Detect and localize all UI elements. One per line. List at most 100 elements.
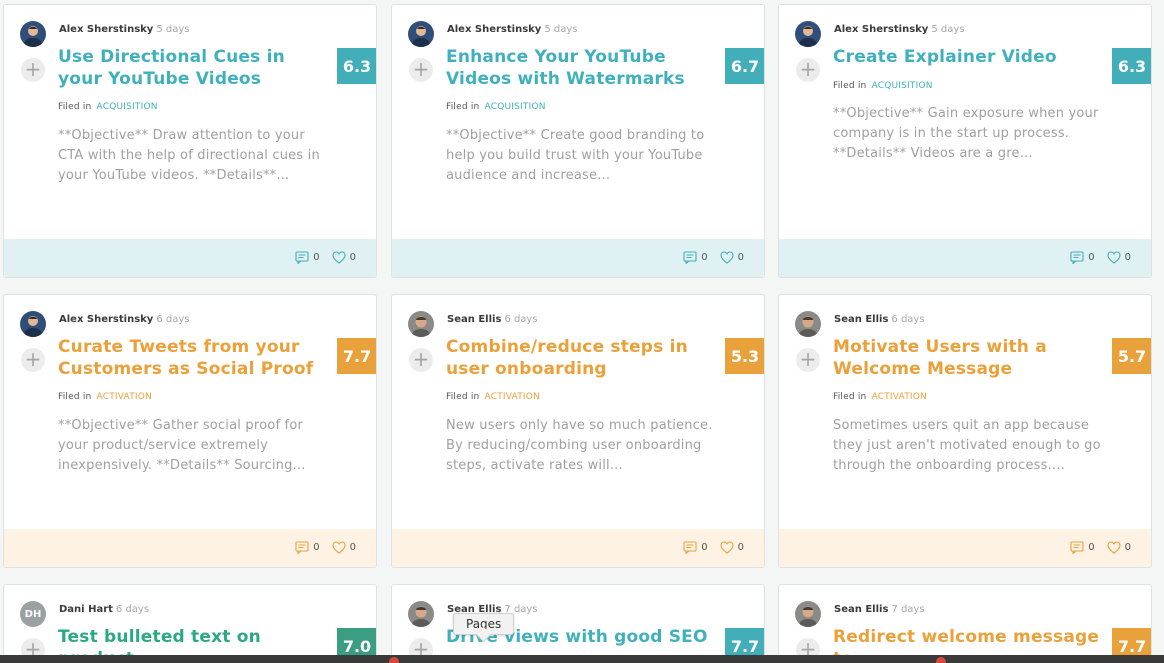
idea-title[interactable]: Use Directional Cues in your YouTube Vid…	[58, 46, 328, 90]
filed-label: Filed in	[446, 392, 480, 402]
add-icon[interactable]: +	[796, 348, 820, 372]
author-avatar[interactable]	[795, 311, 821, 337]
author-avatar[interactable]	[408, 21, 434, 47]
filed-in: Filed in ACQUISITION	[446, 102, 546, 112]
card-meta: Sean Ellis 6 days	[834, 314, 925, 325]
comments-value: 0	[1088, 542, 1095, 553]
category-link[interactable]: ACQUISITION	[485, 102, 546, 112]
idea-card[interactable]: Alex Sherstinsky 6 days + Curate Tweets f…	[3, 294, 377, 568]
add-icon[interactable]: +	[409, 348, 433, 372]
likes-count[interactable]: 0	[720, 251, 744, 264]
ice-score-badge: 7.7	[337, 338, 376, 374]
author-name[interactable]: Alex Sherstinsky	[447, 24, 541, 35]
author-avatar[interactable]	[795, 21, 821, 47]
heart-icon	[1107, 541, 1121, 554]
idea-title[interactable]: Curate Tweets from your Customers as Soc…	[58, 336, 328, 380]
author-name[interactable]: Alex Sherstinsky	[59, 24, 153, 35]
time-ago: 7 days	[891, 604, 925, 615]
filed-in: Filed in ACQUISITION	[58, 102, 158, 112]
idea-title[interactable]: Create Explainer Video	[833, 46, 1103, 68]
author-name[interactable]: Alex Sherstinsky	[834, 24, 928, 35]
comments-value: 0	[1088, 252, 1095, 263]
time-ago: 6 days	[891, 314, 925, 325]
idea-description: Sometimes users quit an app because they…	[833, 418, 1101, 473]
card-meta: Alex Sherstinsky 6 days	[59, 314, 189, 325]
ice-score-badge: 6.3	[1112, 48, 1151, 84]
filed-label: Filed in	[833, 81, 867, 91]
comments-count[interactable]: 0	[295, 251, 320, 264]
idea-card[interactable]: Alex Sherstinsky 5 days + Enhance Your Yo…	[391, 4, 765, 278]
category-link[interactable]: ACTIVATION	[872, 392, 927, 402]
author-avatar[interactable]	[408, 601, 434, 627]
author-name[interactable]: Sean Ellis	[834, 604, 888, 615]
category-link[interactable]: ACTIVATION	[485, 392, 540, 402]
card-meta: Alex Sherstinsky 5 days	[59, 24, 189, 35]
author-avatar[interactable]	[20, 311, 46, 337]
comments-count[interactable]: 0	[1070, 541, 1095, 554]
comment-icon	[1070, 251, 1084, 264]
time-ago: 6 days	[156, 314, 190, 325]
filed-label: Filed in	[833, 392, 867, 402]
card-meta: Sean Ellis 6 days	[447, 314, 538, 325]
likes-count[interactable]: 0	[332, 251, 356, 264]
comments-count[interactable]: 0	[1070, 251, 1095, 264]
comments-count[interactable]: 0	[683, 541, 708, 554]
likes-value: 0	[349, 542, 356, 553]
add-icon[interactable]: +	[21, 348, 45, 372]
author-name[interactable]: Dani Hart	[59, 604, 113, 615]
card-meta: Alex Sherstinsky 5 days	[447, 24, 577, 35]
likes-count[interactable]: 0	[1107, 541, 1131, 554]
author-name[interactable]: Alex Sherstinsky	[59, 314, 153, 325]
category-link[interactable]: ACQUISITION	[97, 102, 158, 112]
idea-title[interactable]: Motivate Users with a Welcome Message	[833, 336, 1103, 380]
author-name[interactable]: Sean Ellis	[834, 314, 888, 325]
add-icon[interactable]: +	[409, 58, 433, 82]
heart-icon	[1107, 251, 1121, 264]
idea-card[interactable]: Alex Sherstinsky 5 days + Create Explaine…	[778, 4, 1152, 278]
idea-description: New users only have so much patience. By…	[446, 418, 713, 473]
comments-value: 0	[701, 542, 708, 553]
card-meta: Alex Sherstinsky 5 days	[834, 24, 964, 35]
comments-count[interactable]: 0	[683, 251, 708, 264]
idea-title[interactable]: Enhance Your YouTube Videos with Waterma…	[446, 46, 716, 90]
time-ago: 6 days	[504, 314, 538, 325]
author-avatar[interactable]	[795, 601, 821, 627]
idea-card[interactable]: Sean Ellis 6 days + Combine/reduce steps …	[391, 294, 765, 568]
card-footer: 0 0	[392, 529, 764, 567]
dock-bar	[0, 655, 1164, 663]
idea-card[interactable]: Sean Ellis 7 days + Drive views with good…	[391, 584, 765, 663]
idea-description: **Objective** Gain exposure when your co…	[833, 106, 1099, 161]
time-ago: 5 days	[931, 24, 965, 35]
idea-description: **Objective** Draw attention to your CTA…	[58, 128, 320, 183]
category-link[interactable]: ACTIVATION	[97, 392, 152, 402]
add-icon[interactable]: +	[21, 58, 45, 82]
ideas-grid: Alex Sherstinsky 5 days + Use Directional…	[0, 0, 1164, 663]
idea-card[interactable]: Sean Ellis 6 days + Motivate Users with a…	[778, 294, 1152, 568]
likes-count[interactable]: 0	[332, 541, 356, 554]
comment-icon	[295, 541, 309, 554]
filed-in: Filed in ACTIVATION	[446, 392, 540, 402]
likes-count[interactable]: 0	[1107, 251, 1131, 264]
time-ago: 5 days	[156, 24, 190, 35]
dock-app-icon[interactable]	[389, 657, 399, 663]
filed-in: Filed in ACTIVATION	[833, 392, 927, 402]
ice-score-badge: 6.7	[725, 48, 764, 84]
dock-app-icon[interactable]	[936, 657, 946, 663]
ice-score-badge: 5.3	[725, 338, 764, 374]
comment-icon	[295, 251, 309, 264]
author-avatar[interactable]	[408, 311, 434, 337]
likes-value: 0	[1124, 252, 1131, 263]
idea-title[interactable]: Combine/reduce steps in user onboarding	[446, 336, 716, 380]
heart-icon	[720, 541, 734, 554]
author-avatar[interactable]	[20, 21, 46, 47]
idea-card[interactable]: DH Dani Hart 6 days + Test bulleted text …	[3, 584, 377, 663]
author-avatar[interactable]: DH	[20, 601, 46, 627]
likes-value: 0	[737, 542, 744, 553]
author-name[interactable]: Sean Ellis	[447, 314, 501, 325]
add-icon[interactable]: +	[796, 58, 820, 82]
likes-count[interactable]: 0	[720, 541, 744, 554]
idea-card[interactable]: Sean Ellis 7 days + Redirect welcome mess…	[778, 584, 1152, 663]
idea-card[interactable]: Alex Sherstinsky 5 days + Use Directional…	[3, 4, 377, 278]
comments-count[interactable]: 0	[295, 541, 320, 554]
category-link[interactable]: ACQUISITION	[872, 81, 933, 91]
